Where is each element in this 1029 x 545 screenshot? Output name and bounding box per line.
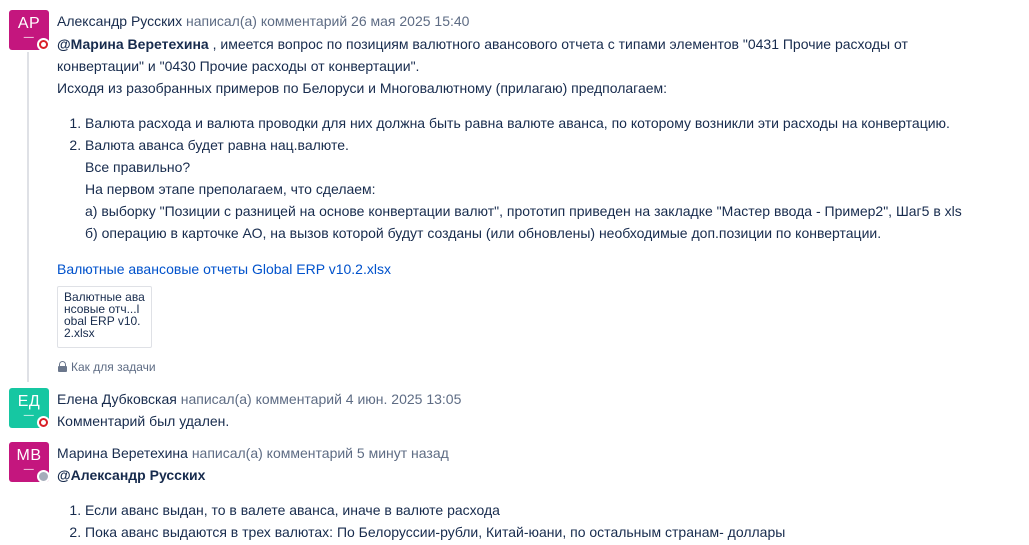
comment-text-line-1: @Александр Русских: [57, 464, 1029, 486]
numbered-list: Если аванс выдан, то в валете аванса, ин…: [57, 499, 1029, 543]
thumbnail-text: 2.xlsx: [64, 326, 95, 340]
comment-text-line-2: конвертации" и "0430 Прочие расходы от к…: [57, 58, 420, 74]
list-item: Если аванс выдан, то в валете аванса, ин…: [85, 499, 1029, 521]
restriction-label: Как для задачи: [71, 360, 156, 374]
comment-header: Александр Русских написал(а) комментарий…: [57, 11, 1029, 31]
comment-text: Комментарий был удален.: [57, 413, 230, 429]
comment-date[interactable]: 4 июн. 2025 13:05: [346, 391, 462, 407]
status-badge-icon: [37, 38, 50, 51]
comment-action: написал(а) комментарий: [180, 391, 342, 407]
list-item: Валюта аванса будет равна нац.валюте. Вс…: [85, 134, 1029, 244]
comment-date[interactable]: 5 минут назад: [357, 445, 449, 461]
comment-action: написал(а) комментарий: [191, 445, 353, 461]
attachment-thumbnail[interactable]: Валютные ава нсовые отч...l obal ERP v10…: [57, 286, 152, 348]
mention[interactable]: @Марина Веретехина: [57, 36, 209, 52]
comment-header: Марина Веретехина написал(а) комментарий…: [57, 443, 1029, 463]
avatar-initials: МВ: [16, 447, 42, 464]
avatar-initials: ЕД: [17, 393, 41, 410]
numbered-list: Валюта расхода и валюта проводки для них…: [57, 112, 1029, 244]
list-sub-line: а) выборку "Позиции с разницей на основе…: [85, 203, 962, 219]
status-badge-icon: [37, 416, 50, 429]
avatar-initials: АР: [17, 15, 41, 32]
status-badge-icon: [37, 470, 50, 483]
author-name[interactable]: Елена Дубковская: [57, 391, 177, 407]
restriction-indicator[interactable]: Как для задачи: [58, 359, 156, 375]
author-name[interactable]: Марина Веретехина: [57, 445, 188, 461]
list-sub-line: Все правильно?: [85, 159, 191, 175]
list-item: Пока аванс выдаются в трех валютах: По Б…: [85, 521, 1029, 543]
author-name[interactable]: Александр Русских: [57, 13, 182, 29]
comment-text-line-3: Исходя из разобранных примеров по Белору…: [57, 80, 668, 96]
comment-date[interactable]: 26 мая 2025 15:40: [351, 13, 469, 29]
lock-icon: [58, 361, 67, 372]
comment-text-line-1: @Марина Веретехина , имеется вопрос по п…: [57, 36, 908, 52]
attachment-link[interactable]: Валютные авансовые отчеты Global ERP v10…: [57, 258, 1029, 280]
list-item: Валюта расхода и валюта проводки для них…: [85, 112, 1029, 134]
thread-line: [27, 52, 29, 382]
mention[interactable]: @Александр Русских: [57, 467, 205, 483]
comment-action: написал(а) комментарий: [185, 13, 348, 29]
list-sub-line: На первом этапе преполагаем, что сделаем…: [85, 181, 376, 197]
list-sub-line: б) операцию в карточке АО, на вызов кото…: [85, 225, 882, 241]
comment-header: Елена Дубковская написал(а) комментарий …: [57, 389, 1029, 409]
